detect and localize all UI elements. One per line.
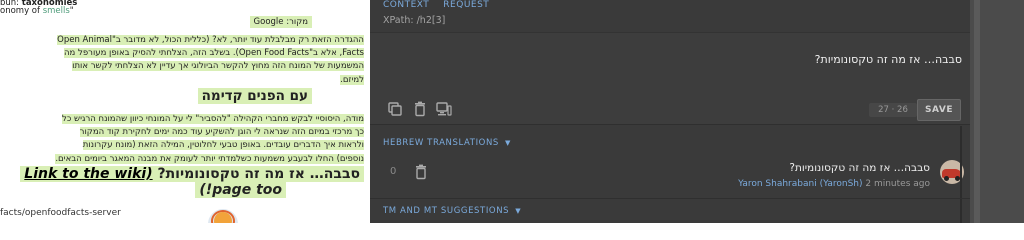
chevron-down-icon: ▼ (515, 207, 522, 215)
preview-top2-prefix: onomy of (0, 6, 43, 16)
section-divider (370, 198, 970, 199)
trash-icon[interactable] (412, 101, 428, 117)
copy-icon[interactable] (387, 101, 403, 117)
wiki-link[interactable]: Link to the wiki) (24, 166, 152, 182)
smells-link[interactable]: smells (43, 6, 70, 16)
page-preview: bun: taxonomies onomy of smells" מקור: G… (0, 0, 370, 223)
active-heading-continuation: (!page too (195, 182, 286, 198)
paragraph-2-line: כך מרכזי במיזם הזה שנראה לי הוגן להשקיע … (79, 127, 364, 138)
paragraph-2-line: נוספים) החלו לבעבע משמעות כשלמדתי יותר ל… (55, 153, 364, 164)
translation-vote-count: 0 (390, 166, 397, 177)
trash-icon[interactable] (414, 164, 428, 180)
translation-editor[interactable]: סבבה… אז מה זה טקסונומיות? 27 · 26 SAVE (370, 32, 970, 124)
preview-top2-suffix: " (69, 6, 74, 16)
suggestions-section-header[interactable]: TM AND MT SUGGESTIONS ▼ (383, 206, 521, 216)
window-scrollbar[interactable] (970, 0, 1024, 223)
section-heading: עם הפנים קדימה (197, 88, 312, 104)
translations-section-title: HEBREW TRANSLATIONS (383, 138, 499, 148)
save-button[interactable]: SAVE (917, 99, 961, 121)
context-tabs: CONTEXT REQUEST (383, 0, 503, 10)
translation-meta: Yaron Shahrabani (YaronSh) 2 minutes ago (738, 179, 930, 189)
suggestions-section-title: TM AND MT SUGGESTIONS (383, 206, 510, 216)
translation-time: 2 minutes ago (865, 179, 930, 189)
tab-request[interactable]: REQUEST (443, 0, 489, 10)
footer-url[interactable]: facts/openfoodfacts-server (0, 208, 121, 218)
translations-section-header[interactable]: HEBREW TRANSLATIONS ▼ (383, 138, 511, 148)
paragraph-1: ההגדרה הזאת רק מבלבלת עוד יותר, לא? (כלל… (0, 34, 364, 87)
preview-top-line-2: onomy of smells" (0, 6, 74, 16)
xpath-label: XPath: /h2[3] (383, 15, 446, 26)
paragraph-1-line: למיזם. (340, 74, 364, 85)
paragraph-2-line: מודה, היסוסיי לבקש מחברי הקהילה "להסביר"… (62, 114, 364, 124)
translation-author[interactable]: Yaron Shahrabani (YaronSh) (738, 179, 862, 189)
section-divider (370, 124, 970, 125)
paragraph-1-line: ההגדרה הזאת רק מבלבלת עוד יותר, לא? (כלל… (57, 35, 364, 45)
paragraph-1-line: המשמעות של המונח הזה מחוץ להקשר הביולוגי… (72, 61, 364, 72)
translation-panel: CONTEXT REQUEST XPath: /h2[3] סבבה… אז מה… (370, 0, 970, 223)
paragraph-1-line: Facts, אלא ב"Open Food Facts). בשלב הזה,… (63, 48, 364, 59)
scrollbar-thumb[interactable] (974, 0, 980, 223)
machine-translate-icon[interactable] (436, 101, 452, 117)
chevron-down-icon: ▼ (504, 139, 511, 147)
source-caption: מקור: Google (249, 16, 312, 28)
tab-context[interactable]: CONTEXT (383, 0, 429, 10)
panel-scrollbar[interactable] (960, 126, 962, 223)
character-counter: 27 · 26 (869, 103, 917, 117)
active-heading[interactable]: Link to the wiki) סבבה… אז מה זה טקסונומ… (20, 166, 364, 182)
paragraph-2-line: ולראות איך הדברים עובדים. באופן טבעי לחל… (82, 140, 364, 151)
active-heading-text: סבבה… אז מה זה טקסונומיות? (157, 166, 360, 182)
paragraph-2: מודה, היסוסיי לבקש מחברי הקהילה "להסביר"… (0, 113, 364, 166)
translation-input[interactable]: סבבה… אז מה זה טקסונומיות? (815, 53, 962, 66)
mascot-avatar (208, 209, 238, 223)
translation-text[interactable]: סבבה… אז מה זה טקסונומיות? (789, 162, 930, 174)
